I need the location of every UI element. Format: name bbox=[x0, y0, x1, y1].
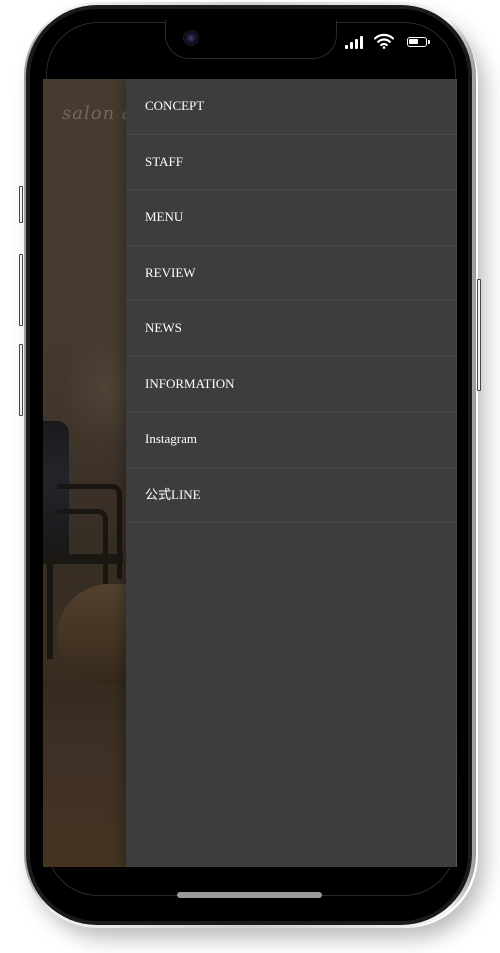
nav-item-concept[interactable]: CONCEPT bbox=[126, 79, 457, 135]
cellular-signal-icon bbox=[345, 36, 363, 49]
nav-menu-list: CONCEPT STAFF MENU REVIEW NEWS INFORMATI… bbox=[126, 79, 457, 523]
nav-item-official-line[interactable]: 公式LINE bbox=[126, 468, 457, 523]
nav-item-staff[interactable]: STAFF bbox=[126, 135, 457, 190]
wifi-icon bbox=[374, 33, 394, 49]
nav-item-review[interactable]: REVIEW bbox=[126, 246, 457, 301]
screen: salon a CONCEPT STAFF MENU REVIEW NEWS I… bbox=[43, 79, 457, 867]
nav-item-menu[interactable]: MENU bbox=[126, 190, 457, 246]
power-button bbox=[477, 279, 481, 391]
navigation-drawer: CONCEPT STAFF MENU REVIEW NEWS INFORMATI… bbox=[126, 79, 457, 867]
volume-down-button bbox=[19, 344, 23, 416]
volume-up-button bbox=[19, 254, 23, 326]
mute-switch bbox=[19, 186, 23, 223]
site-logo[interactable]: salon a bbox=[62, 103, 134, 124]
battery-icon bbox=[407, 37, 430, 47]
nav-item-information[interactable]: INFORMATION bbox=[126, 357, 457, 412]
nav-item-news[interactable]: NEWS bbox=[126, 301, 457, 357]
drawer-edge bbox=[456, 79, 457, 867]
phone-mockup: salon a CONCEPT STAFF MENU REVIEW NEWS I… bbox=[0, 0, 500, 953]
home-indicator-bar[interactable] bbox=[177, 892, 322, 898]
nav-item-instagram[interactable]: Instagram bbox=[126, 412, 457, 468]
front-camera-icon bbox=[183, 30, 199, 46]
